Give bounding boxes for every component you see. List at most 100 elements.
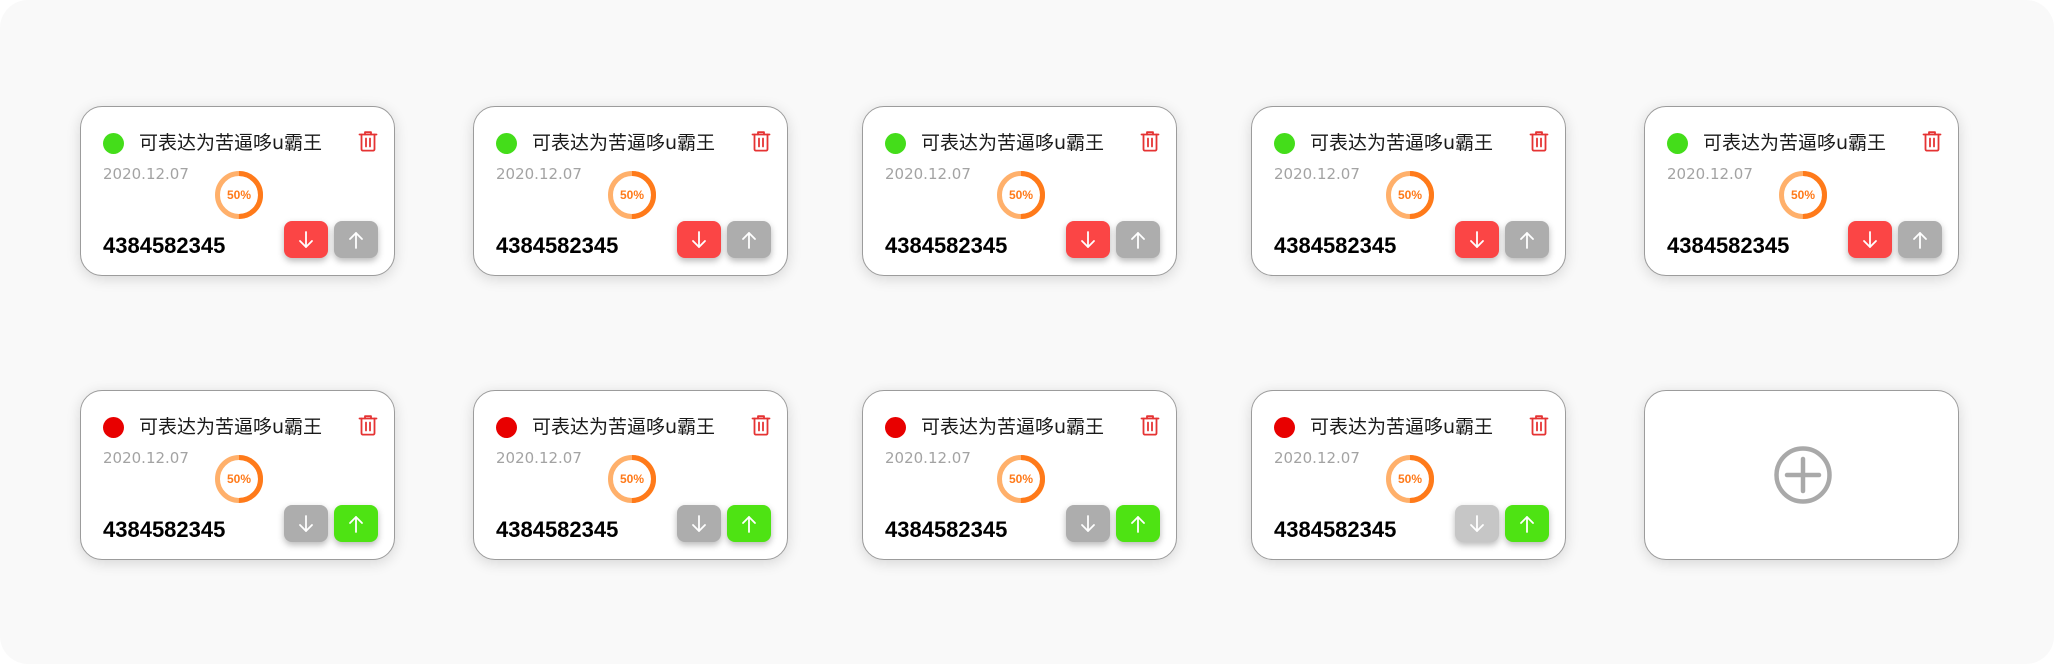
card-title: 可表达为苦逼哆u霸王 (921, 416, 1105, 438)
arrow-up-icon (742, 231, 756, 249)
status-dot (496, 417, 517, 438)
card-date: 2020.12.07 (885, 449, 971, 467)
arrow-up-icon (1131, 515, 1145, 533)
trash-icon[interactable] (750, 130, 772, 152)
card-date: 2020.12.07 (1667, 165, 1753, 183)
device-card: 可表达为苦逼哆u霸王 2020.12.07 50% 4384582345 (473, 106, 788, 276)
arrow-up-icon (1913, 231, 1927, 249)
upload-button[interactable] (1505, 221, 1549, 258)
upload-button[interactable] (727, 505, 771, 542)
card-title: 可表达为苦逼哆u霸王 (139, 416, 323, 438)
card-date: 2020.12.07 (496, 449, 582, 467)
status-dot (1274, 417, 1295, 438)
card-title: 可表达为苦逼哆u霸王 (532, 132, 716, 154)
card-number: 4384582345 (1274, 517, 1397, 542)
progress-label: 50% (1008, 188, 1034, 202)
download-button[interactable] (1455, 505, 1499, 542)
upload-button[interactable] (1116, 505, 1160, 542)
progress-label: 50% (226, 472, 252, 486)
device-card: 可表达为苦逼哆u霸王 2020.12.07 50% 4384582345 (1251, 390, 1566, 560)
arrow-up-icon (349, 231, 363, 249)
trash-icon[interactable] (357, 130, 379, 152)
progress-ring: 50% (1778, 170, 1828, 220)
status-dot (1274, 133, 1295, 154)
card-date: 2020.12.07 (1274, 165, 1360, 183)
progress-ring: 50% (996, 454, 1046, 504)
progress-ring: 50% (214, 454, 264, 504)
trash-icon[interactable] (1139, 130, 1161, 152)
arrow-up-icon (349, 515, 363, 533)
arrow-down-icon (692, 230, 706, 248)
progress-ring: 50% (607, 170, 657, 220)
trash-icon[interactable] (1528, 130, 1550, 152)
progress-label: 50% (1397, 472, 1423, 486)
arrow-down-icon (1470, 230, 1484, 248)
device-card-panel: 可表达为苦逼哆u霸王 2020.12.07 50% 4384582345 可表达… (0, 0, 2054, 664)
card-number: 4384582345 (885, 233, 1008, 258)
trash-icon[interactable] (1139, 414, 1161, 436)
arrow-up-icon (1520, 231, 1534, 249)
card-title: 可表达为苦逼哆u霸王 (139, 132, 323, 154)
device-card: 可表达为苦逼哆u霸王 2020.12.07 50% 4384582345 (80, 106, 395, 276)
card-title: 可表达为苦逼哆u霸王 (921, 132, 1105, 154)
device-card: 可表达为苦逼哆u霸王 2020.12.07 50% 4384582345 (80, 390, 395, 560)
card-number: 4384582345 (885, 517, 1008, 542)
device-card: 可表达为苦逼哆u霸王 2020.12.07 50% 4384582345 (473, 390, 788, 560)
upload-button[interactable] (334, 505, 378, 542)
arrow-up-icon (1131, 231, 1145, 249)
upload-button[interactable] (727, 221, 771, 258)
upload-button[interactable] (1505, 505, 1549, 542)
arrow-down-icon (692, 514, 706, 532)
progress-label: 50% (619, 472, 645, 486)
trash-icon[interactable] (1528, 414, 1550, 436)
progress-ring: 50% (607, 454, 657, 504)
card-title: 可表达为苦逼哆u霸王 (1310, 416, 1494, 438)
status-dot (885, 417, 906, 438)
card-number: 4384582345 (496, 233, 619, 258)
progress-ring: 50% (1385, 170, 1435, 220)
upload-button[interactable] (334, 221, 378, 258)
card-number: 4384582345 (103, 517, 226, 542)
download-button[interactable] (1455, 221, 1499, 258)
card-number: 4384582345 (1667, 233, 1790, 258)
progress-label: 50% (1397, 188, 1423, 202)
progress-label: 50% (1008, 472, 1034, 486)
trash-icon[interactable] (1921, 130, 1943, 152)
add-device-card[interactable] (1644, 390, 1959, 560)
status-dot (1667, 133, 1688, 154)
arrow-down-icon (299, 514, 313, 532)
card-title: 可表达为苦逼哆u霸王 (1310, 132, 1494, 154)
download-button[interactable] (1066, 221, 1110, 258)
download-button[interactable] (1066, 505, 1110, 542)
status-dot (103, 133, 124, 154)
status-dot (496, 133, 517, 154)
device-card: 可表达为苦逼哆u霸王 2020.12.07 50% 4384582345 (862, 106, 1177, 276)
download-button[interactable] (677, 221, 721, 258)
device-card: 可表达为苦逼哆u霸王 2020.12.07 50% 4384582345 (1644, 106, 1959, 276)
card-title: 可表达为苦逼哆u霸王 (1703, 132, 1887, 154)
status-dot (885, 133, 906, 154)
trash-icon[interactable] (750, 414, 772, 436)
arrow-up-icon (1520, 515, 1534, 533)
upload-button[interactable] (1116, 221, 1160, 258)
card-date: 2020.12.07 (885, 165, 971, 183)
progress-label: 50% (1790, 188, 1816, 202)
progress-ring: 50% (1385, 454, 1435, 504)
trash-icon[interactable] (357, 414, 379, 436)
arrow-down-icon (1081, 230, 1095, 248)
download-button[interactable] (677, 505, 721, 542)
card-number: 4384582345 (103, 233, 226, 258)
download-button[interactable] (284, 221, 328, 258)
progress-label: 50% (226, 188, 252, 202)
device-card: 可表达为苦逼哆u霸王 2020.12.07 50% 4384582345 (1251, 106, 1566, 276)
download-button[interactable] (284, 505, 328, 542)
plus-circle-icon[interactable] (1773, 445, 1833, 505)
progress-ring: 50% (214, 170, 264, 220)
card-title: 可表达为苦逼哆u霸王 (532, 416, 716, 438)
card-number: 4384582345 (1274, 233, 1397, 258)
card-date: 2020.12.07 (103, 165, 189, 183)
upload-button[interactable] (1898, 221, 1942, 258)
card-date: 2020.12.07 (496, 165, 582, 183)
download-button[interactable] (1848, 221, 1892, 258)
progress-ring: 50% (996, 170, 1046, 220)
